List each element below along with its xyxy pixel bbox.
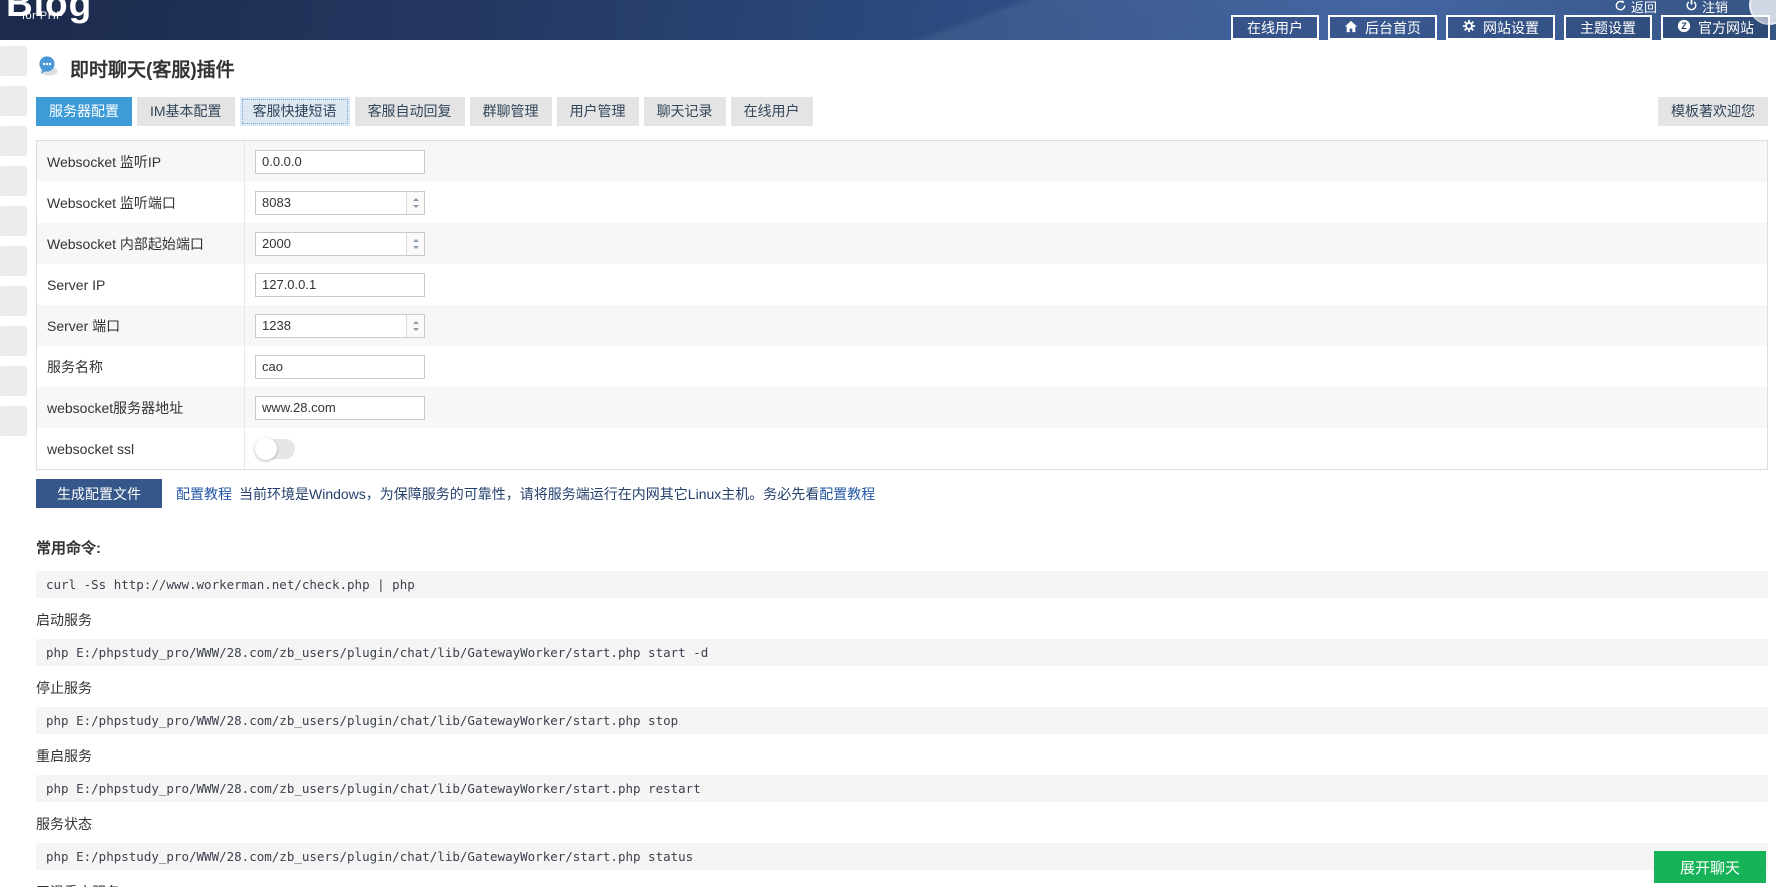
tab-server-config[interactable]: 服务器配置 xyxy=(36,97,132,126)
nav-online-users-button[interactable]: 在线用户 xyxy=(1231,15,1319,40)
sidebar-collapsed-item[interactable] xyxy=(0,286,27,316)
tab-template-welcome[interactable]: 模板著欢迎您 xyxy=(1658,97,1768,126)
field-label: 服务名称 xyxy=(37,346,245,387)
field-label: Websocket 监听IP xyxy=(37,141,245,182)
nav-label: 在线用户 xyxy=(1247,18,1303,38)
sidebar-collapsed-item[interactable] xyxy=(0,366,27,396)
number-spinner[interactable] xyxy=(406,192,424,214)
sidebar-collapsed-item[interactable] xyxy=(0,246,27,276)
sidebar-collapsed-item[interactable] xyxy=(0,206,27,236)
tab-im-basic-config[interactable]: IM基本配置 xyxy=(137,97,235,126)
hint-text: 当前环境是Windows，为保障服务的可靠性，请将服务端运行在内网其它Linux… xyxy=(239,486,819,502)
back-link[interactable]: 返回 xyxy=(1614,0,1657,16)
tab-group-chat[interactable]: 群聊管理 xyxy=(470,97,552,126)
app-header: Blog for PHP 返回 注销 在线用户 后台首页 xyxy=(0,0,1776,40)
nav-theme-settings-button[interactable]: 主题设置 xyxy=(1564,15,1652,40)
config-hint: 配置教程当前环境是Windows，为保障服务的可靠性，请将服务端运行在内网其它L… xyxy=(176,484,875,504)
sidebar-collapsed-item[interactable] xyxy=(0,46,27,76)
tab-chat-history[interactable]: 聊天记录 xyxy=(644,97,726,126)
server-ip-input[interactable] xyxy=(255,273,425,297)
tab-bar: 服务器配置 IM基本配置 客服快捷短语 客服自动回复 群聊管理 用户管理 聊天记… xyxy=(36,97,1768,126)
z-badge-icon: Z xyxy=(1677,19,1691,36)
server-port-input[interactable] xyxy=(256,315,406,337)
tab-online-users[interactable]: 在线用户 xyxy=(731,97,813,126)
header-nav: 在线用户 后台首页 网站设置 主题设置 Z 官方网站 xyxy=(1231,15,1770,40)
nav-label: 主题设置 xyxy=(1580,18,1636,38)
tab-quick-replies[interactable]: 客服快捷短语 xyxy=(240,97,350,126)
zblog-logo: Blog for PHP xyxy=(6,0,92,22)
chat-plugin-icon xyxy=(36,55,60,82)
page-head: 即时聊天(客服)插件 xyxy=(36,55,1768,82)
check-env-command: curl -Ss http://www.workerman.net/check.… xyxy=(36,571,1768,598)
collapsed-sidebar xyxy=(0,46,30,446)
nav-label: 网站设置 xyxy=(1483,18,1539,38)
form-row: websocket服务器地址 xyxy=(37,387,1767,428)
back-label: 返回 xyxy=(1631,0,1657,16)
config-tutorial-link-tail[interactable]: 配置教程 xyxy=(819,486,875,502)
command-label: 停止服务 xyxy=(36,678,1768,698)
field-label: Websocket 内部起始端口 xyxy=(37,223,245,264)
nav-official-site-button[interactable]: Z 官方网站 xyxy=(1661,15,1770,40)
sidebar-collapsed-item[interactable] xyxy=(0,326,27,356)
stop-command: php E:/phpstudy_pro/WWW/28.com/zb_users/… xyxy=(36,707,1768,734)
internal-start-port-input[interactable] xyxy=(256,233,406,255)
field-label: websocket ssl xyxy=(37,428,245,469)
field-label: websocket服务器地址 xyxy=(37,387,245,428)
common-commands-heading: 常用命令: xyxy=(36,537,1768,558)
form-row: Server 端口 xyxy=(37,305,1767,346)
command-label: 服务状态 xyxy=(36,814,1768,834)
tab-auto-reply[interactable]: 客服自动回复 xyxy=(355,97,465,126)
command-label: 平滑重启服务 xyxy=(36,882,1768,887)
expand-chat-button[interactable]: 展开聊天 xyxy=(1654,851,1766,883)
form-row: Websocket 监听IP xyxy=(37,141,1767,182)
start-command: php E:/phpstudy_pro/WWW/28.com/zb_users/… xyxy=(36,639,1768,666)
nav-dashboard-button[interactable]: 后台首页 xyxy=(1328,15,1437,40)
logout-link[interactable]: 注销 xyxy=(1685,0,1728,16)
header-top-links: 返回 注销 xyxy=(1614,0,1728,16)
svg-text:Z: Z xyxy=(1681,21,1687,31)
form-row: websocket ssl xyxy=(37,428,1767,469)
action-row: 生成配置文件 配置教程当前环境是Windows，为保障服务的可靠性，请将服务端运… xyxy=(36,479,1768,508)
status-command: php E:/phpstudy_pro/WWW/28.com/zb_users/… xyxy=(36,843,1768,870)
command-label: 重启服务 xyxy=(36,746,1768,766)
field-label: Websocket 监听端口 xyxy=(37,182,245,223)
nav-label: 官方网站 xyxy=(1698,18,1754,38)
sidebar-collapsed-item[interactable] xyxy=(0,406,27,436)
nav-label: 后台首页 xyxy=(1365,18,1421,38)
websocket-server-address-input[interactable] xyxy=(255,396,425,420)
sidebar-collapsed-item[interactable] xyxy=(0,166,27,196)
number-spinner[interactable] xyxy=(406,233,424,255)
server-config-form: Websocket 监听IP Websocket 监听端口 Websocket … xyxy=(36,140,1768,470)
field-label: Server IP xyxy=(37,264,245,305)
service-name-input[interactable] xyxy=(255,355,425,379)
logout-icon xyxy=(1685,0,1698,15)
sidebar-collapsed-item[interactable] xyxy=(0,86,27,116)
nav-site-settings-button[interactable]: 网站设置 xyxy=(1446,15,1555,40)
home-icon xyxy=(1344,20,1358,36)
sidebar-collapsed-item[interactable] xyxy=(0,126,27,156)
gear-icon xyxy=(1462,19,1476,36)
main-content: 即时聊天(客服)插件 服务器配置 IM基本配置 客服快捷短语 客服自动回复 群聊… xyxy=(36,40,1768,887)
back-icon xyxy=(1614,0,1627,15)
form-row: Websocket 内部起始端口 xyxy=(37,223,1767,264)
command-label: 启动服务 xyxy=(36,610,1768,630)
listen-port-input[interactable] xyxy=(256,192,406,214)
logout-label: 注销 xyxy=(1702,0,1728,16)
toggle-knob xyxy=(255,438,277,460)
websocket-ssl-toggle[interactable] xyxy=(255,439,295,459)
config-tutorial-link[interactable]: 配置教程 xyxy=(176,486,232,502)
page-title: 即时聊天(客服)插件 xyxy=(70,55,235,82)
form-row: Websocket 监听端口 xyxy=(37,182,1767,223)
form-row: 服务名称 xyxy=(37,346,1767,387)
listen-ip-input[interactable] xyxy=(255,150,425,174)
form-row: Server IP xyxy=(37,264,1767,305)
tab-user-management[interactable]: 用户管理 xyxy=(557,97,639,126)
generate-config-button[interactable]: 生成配置文件 xyxy=(36,479,162,508)
number-spinner[interactable] xyxy=(406,315,424,337)
restart-command: php E:/phpstudy_pro/WWW/28.com/zb_users/… xyxy=(36,775,1768,802)
field-label: Server 端口 xyxy=(37,305,245,346)
